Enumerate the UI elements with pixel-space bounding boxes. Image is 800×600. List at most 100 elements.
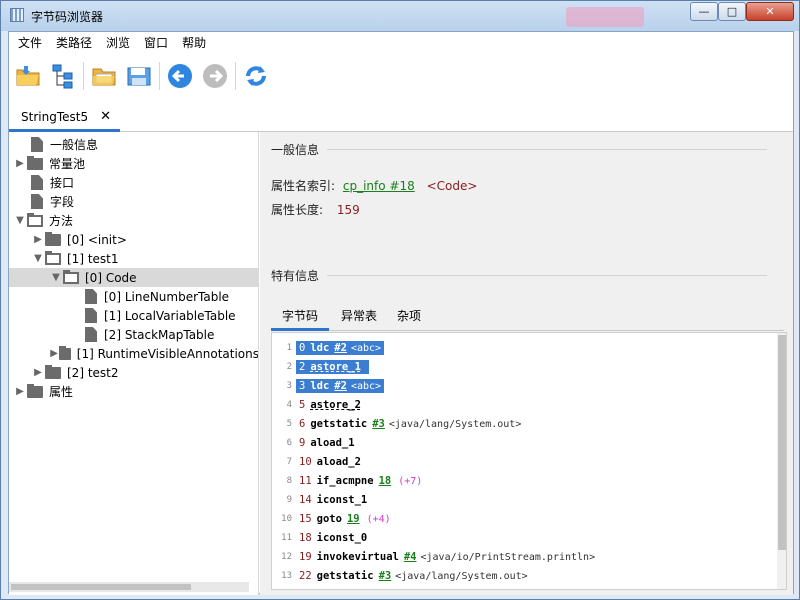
opcode: aload_1 — [317, 589, 361, 590]
menu-classpath[interactable]: 类路径 — [49, 32, 99, 54]
code-vertical-scrollbar[interactable] — [777, 333, 786, 589]
menu-browse[interactable]: 浏览 — [99, 32, 137, 54]
expand-arrow-icon[interactable]: ▶ — [31, 367, 45, 378]
document-tabs: StringTest5 ✕ — [9, 98, 793, 132]
collapse-arrow-icon[interactable]: ▼ — [49, 272, 63, 283]
bytecode-line[interactable]: 1 0 ldc #2 <abc> — [272, 338, 772, 357]
opcode: iconst_1 — [316, 493, 368, 506]
tree-horizontal-scrollbar[interactable] — [9, 582, 249, 592]
tree-node[interactable]: [1] LocalVariableTable — [9, 306, 258, 325]
operand-link[interactable]: #2 — [334, 342, 347, 354]
refresh-icon[interactable] — [241, 61, 271, 91]
folder-icon — [45, 250, 61, 265]
instruction: 2 astore_1 — [296, 359, 369, 374]
bytecode-line[interactable]: 10 15 goto 19 (+4) — [272, 509, 772, 528]
operand-link[interactable]: 19 — [347, 513, 360, 525]
tree-node-label: [0] Code — [85, 270, 137, 285]
tree-node[interactable]: ▼ 方法 — [9, 211, 258, 230]
menu-file[interactable]: 文件 — [11, 32, 49, 54]
instruction: 14 iconst_1 — [296, 493, 375, 507]
opcode: aload_1 — [310, 436, 355, 449]
line-number: 13 — [281, 570, 292, 581]
bytecode-line[interactable]: 12 19 invokevirtual #4 <java/io/PrintStream.… — [272, 547, 772, 566]
window-title: 字节码浏览器 — [31, 10, 104, 24]
bytecode-line[interactable]: 5 6 getstatic #3 <java/lang/System.out> — [272, 414, 772, 433]
line-number: 12 — [281, 551, 292, 562]
expand-arrow-icon[interactable]: ▶ — [13, 158, 27, 169]
line-number: 8 — [286, 475, 292, 486]
tree-node[interactable]: 接口 — [9, 173, 258, 192]
instruction: 5 astore_2 — [296, 398, 369, 412]
tree-node[interactable]: ▼ [0] Code — [9, 268, 258, 287]
save-icon[interactable] — [124, 61, 154, 91]
bytecode-line[interactable]: 11 18 iconst_0 — [272, 528, 772, 547]
jump-offset: (+4) — [366, 513, 391, 525]
line-number: 6 — [286, 437, 292, 448]
minimize-button[interactable]: — — [690, 2, 718, 21]
tree-node[interactable]: 一般信息 — [9, 135, 258, 154]
tree-node[interactable]: ▶ [2] test2 — [9, 363, 258, 382]
tab-bytecode[interactable]: 字节码 — [271, 305, 329, 331]
collapse-arrow-icon[interactable]: ▼ — [31, 253, 45, 264]
tree-node[interactable]: ▼ [1] test1 — [9, 249, 258, 268]
tree-node-label: [1] test1 — [67, 251, 119, 266]
tab-misc[interactable]: 杂项 — [389, 305, 429, 331]
tree-node[interactable]: [2] StackMapTable — [9, 325, 258, 344]
field-label: 属性长度: — [271, 203, 324, 217]
title-bar[interactable]: 字节码浏览器 — □ ✕ — [1, 1, 799, 31]
operand-link[interactable]: #3 — [379, 570, 392, 582]
expand-arrow-icon[interactable]: ▶ — [49, 348, 59, 359]
bytecode-line[interactable]: 13 22 getstatic #3 <java/lang/System.out> — [272, 566, 772, 585]
operand-link[interactable]: 18 — [379, 475, 392, 487]
line-number: 14 — [272, 590, 296, 591]
expand-arrow-icon[interactable]: ▶ — [13, 386, 27, 397]
open-folder-icon[interactable] — [13, 61, 43, 91]
tree-node[interactable]: ▶ [0] <init> — [9, 230, 258, 249]
bytecode-line[interactable]: 9 14 iconst_1 — [272, 490, 772, 509]
menu-window[interactable]: 窗口 — [137, 32, 175, 54]
maximize-button[interactable]: □ — [718, 2, 746, 21]
bytecode-line[interactable]: 4 5 astore_2 — [272, 395, 772, 414]
tree-node-label: [0] <init> — [67, 232, 127, 247]
line-number: 2 — [286, 361, 292, 372]
class-structure-tree: 一般信息 ▶ 常量池接口字段 ▼ 方法 ▶ [0] <init> ▼ [1] test1 ▼ [0]… — [9, 132, 259, 595]
bytecode-line[interactable]: 7 10 aload_2 — [272, 452, 772, 471]
file-icon — [85, 308, 97, 323]
scrollbar-thumb[interactable] — [11, 584, 191, 590]
menu-help[interactable]: 帮助 — [175, 32, 213, 54]
close-button[interactable]: ✕ — [746, 2, 794, 21]
forward-icon[interactable] — [200, 61, 230, 91]
tab-stringtest5[interactable]: StringTest5 ✕ — [9, 104, 120, 132]
opcode: ldc — [310, 341, 330, 354]
tree-node[interactable]: ▶ 常量池 — [9, 154, 258, 173]
bytecode-line[interactable]: 2 2 astore_1 — [272, 357, 772, 376]
close-tab-icon[interactable]: ✕ — [100, 109, 111, 124]
tree-node[interactable]: ▶ [1] RuntimeVisibleAnnotations — [9, 344, 258, 363]
scrollbar-thumb[interactable] — [778, 335, 786, 550]
instruction: 11 if_acmpne 18 (+7) — [296, 474, 425, 488]
tree-node-label: 接口 — [50, 176, 75, 190]
tab-exception-table[interactable]: 异常表 — [333, 305, 385, 331]
cp-info-link[interactable]: cp_info #18 — [343, 179, 415, 193]
tree-node[interactable]: [0] LineNumberTable — [9, 287, 258, 306]
tree-node[interactable]: 字段 — [9, 192, 258, 211]
operand-hint: <abc> — [350, 342, 382, 354]
bytecode-line[interactable]: 8 11 if_acmpne 18 (+7) — [272, 471, 772, 490]
collapse-arrow-icon[interactable]: ▼ — [13, 215, 27, 226]
bytecode-view[interactable]: 1 0 ldc #2 <abc> 2 2 astore_1 3 3 ldc #2 <abc> 4 5 asto… — [271, 332, 787, 590]
bytecode-line[interactable]: 3 3 ldc #2 <abc> — [272, 376, 772, 395]
file-icon — [31, 137, 43, 152]
tree-node[interactable]: ▶ 属性 — [9, 382, 258, 401]
operand-hint: <java/lang/System.out> — [388, 418, 522, 430]
expand-arrow-icon[interactable]: ▶ — [31, 234, 45, 245]
operand-link[interactable]: #4 — [404, 551, 417, 563]
bytecode-line[interactable]: 1425 aload_1 — [272, 585, 772, 590]
class-tree-icon[interactable] — [48, 61, 78, 91]
operand-link[interactable]: #3 — [372, 418, 385, 430]
operand-link[interactable]: #2 — [334, 380, 347, 392]
opcode: getstatic — [316, 569, 374, 582]
back-icon[interactable] — [165, 61, 195, 91]
bytecode-line[interactable]: 6 9 aload_1 — [272, 433, 772, 452]
open-directory-icon[interactable] — [89, 61, 119, 91]
toolbar-separator — [235, 62, 236, 90]
